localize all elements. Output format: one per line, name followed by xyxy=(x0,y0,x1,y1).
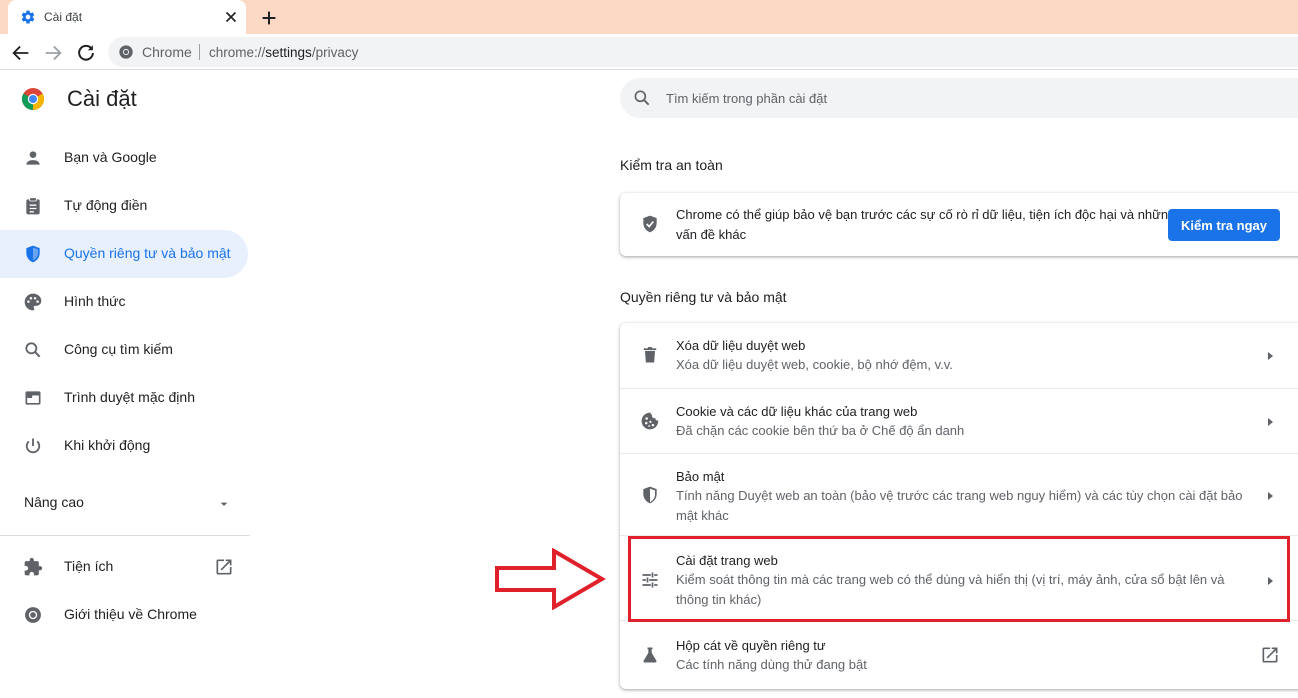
row-privacy-sandbox[interactable]: Hộp cát về quyền riêng tư Các tính năng … xyxy=(620,620,1298,689)
row-clear-browsing-data[interactable]: Xóa dữ liệu duyệt web Xóa dữ liệu duyệt … xyxy=(620,323,1298,388)
chevron-right-icon xyxy=(1268,418,1273,426)
sidebar-item-label: Trình duyệt mặc định xyxy=(64,389,195,405)
annotation-highlight-box xyxy=(628,536,1290,622)
row-title: Bảo mật xyxy=(676,469,725,484)
row-cookies[interactable]: Cookie và các dữ liệu khác của trang web… xyxy=(620,388,1298,453)
sidebar-item-label: Tiện ích xyxy=(64,558,114,574)
sidebar-item-on-startup[interactable]: Khi khởi động xyxy=(0,422,248,470)
row-subtitle: Các tính năng dùng thử đang bật xyxy=(676,657,867,672)
row-security[interactable]: Bảo mật Tính năng Duyệt web an toàn (bảo… xyxy=(620,453,1298,535)
clipboard-icon xyxy=(26,197,40,215)
puzzle-piece-icon xyxy=(24,557,43,576)
sidebar-item-appearance[interactable]: Hình thức xyxy=(0,278,248,326)
sidebar-item-label: Giới thiệu về Chrome xyxy=(64,606,197,622)
sidebar-item-privacy-security[interactable]: Quyền riêng tư và bảo mật xyxy=(0,230,248,278)
person-icon xyxy=(26,151,40,165)
sidebar-item-label: Hình thức xyxy=(64,293,126,309)
privacy-section-heading: Quyền riêng tư và bảo mật xyxy=(620,289,787,305)
caret-down-icon[interactable] xyxy=(216,496,232,512)
gear-icon xyxy=(21,10,35,24)
sidebar-divider xyxy=(0,535,250,536)
safety-check-card: Chrome có thể giúp bảo vệ bạn trước các … xyxy=(620,193,1298,256)
sidebar-item-label: Quyền riêng tư và bảo mật xyxy=(64,245,231,261)
browser-toolbar: Chrome chrome://settings/privacy xyxy=(0,34,1298,70)
row-subtitle: Tính năng Duyệt web an toàn (bảo vệ trướ… xyxy=(676,488,1243,523)
open-in-new-icon xyxy=(1262,647,1278,663)
reload-icon[interactable] xyxy=(75,42,97,64)
sidebar-advanced-toggle[interactable]: Nâng cao xyxy=(24,494,84,510)
sidebar-item-about-chrome[interactable]: Giới thiệu về Chrome xyxy=(0,591,248,639)
tab-strip: Cài đặt xyxy=(0,0,1298,34)
chip-separator xyxy=(199,44,200,60)
row-title: Cookie và các dữ liệu khác của trang web xyxy=(676,404,918,419)
privacy-settings-card: Xóa dữ liệu duyệt web Xóa dữ liệu duyệt … xyxy=(620,323,1298,689)
sidebar-item-label: Khi khởi động xyxy=(64,437,151,453)
trash-icon xyxy=(643,347,657,363)
row-title: Hộp cát về quyền riêng tư xyxy=(676,638,826,653)
site-chip: Chrome xyxy=(142,44,192,60)
power-icon xyxy=(25,438,41,454)
sidebar-item-label: Tự động điền xyxy=(64,197,148,213)
open-in-new-icon[interactable] xyxy=(214,557,234,577)
search-icon xyxy=(634,90,650,106)
back-arrow-icon[interactable] xyxy=(10,42,32,64)
shield-check-icon xyxy=(643,215,657,233)
settings-search-field[interactable]: Tìm kiếm trong phần cài đặt xyxy=(620,78,1298,118)
sidebar-item-search-engine[interactable]: Công cụ tìm kiếm xyxy=(0,326,248,374)
chrome-outline-icon xyxy=(25,607,41,623)
sidebar-item-you-and-google[interactable]: Bạn và Google xyxy=(0,134,248,182)
address-bar[interactable]: Chrome chrome://settings/privacy xyxy=(108,37,1298,67)
sidebar-item-default-browser[interactable]: Trình duyệt mặc định xyxy=(0,374,248,422)
chrome-logo-icon xyxy=(21,88,45,110)
chevron-right-icon xyxy=(1268,492,1273,500)
security-shield-icon xyxy=(643,486,657,504)
sidebar-item-label: Bạn và Google xyxy=(64,149,157,165)
row-title: Xóa dữ liệu duyệt web xyxy=(676,338,806,353)
palette-icon xyxy=(24,293,42,311)
row-subtitle: Xóa dữ liệu duyệt web, cookie, bộ nhớ đệ… xyxy=(676,357,953,372)
sidebar-item-autofill[interactable]: Tự động điền xyxy=(0,182,248,230)
search-placeholder: Tìm kiếm trong phần cài đặt xyxy=(666,91,828,106)
url-text: chrome://settings/privacy xyxy=(209,45,359,60)
safety-check-description: Chrome có thể giúp bảo vệ bạn trước các … xyxy=(676,207,1176,242)
flask-icon xyxy=(643,647,657,663)
annotation-arrow-icon xyxy=(495,548,606,610)
browser-window-icon xyxy=(25,391,41,405)
safety-check-heading: Kiểm tra an toàn xyxy=(620,157,723,173)
forward-arrow-icon[interactable] xyxy=(42,42,64,64)
new-tab-plus-icon[interactable] xyxy=(258,7,280,29)
sidebar-item-label: Công cụ tìm kiếm xyxy=(64,341,173,357)
close-icon[interactable] xyxy=(222,8,240,26)
page-title: Cài đặt xyxy=(67,86,137,111)
check-now-button[interactable]: Kiểm tra ngay xyxy=(1168,209,1280,241)
chrome-site-icon xyxy=(119,45,133,59)
cookie-icon xyxy=(641,412,659,430)
search-icon xyxy=(25,342,41,358)
sidebar-item-extensions[interactable]: Tiện ích xyxy=(0,543,248,591)
row-subtitle: Đã chặn các cookie bên thứ ba ở Chế độ ẩ… xyxy=(676,423,965,438)
tab-settings[interactable]: Cài đặt xyxy=(8,0,246,34)
shield-icon xyxy=(26,245,40,263)
chevron-right-icon xyxy=(1268,352,1273,360)
tab-title: Cài đặt xyxy=(44,10,83,24)
